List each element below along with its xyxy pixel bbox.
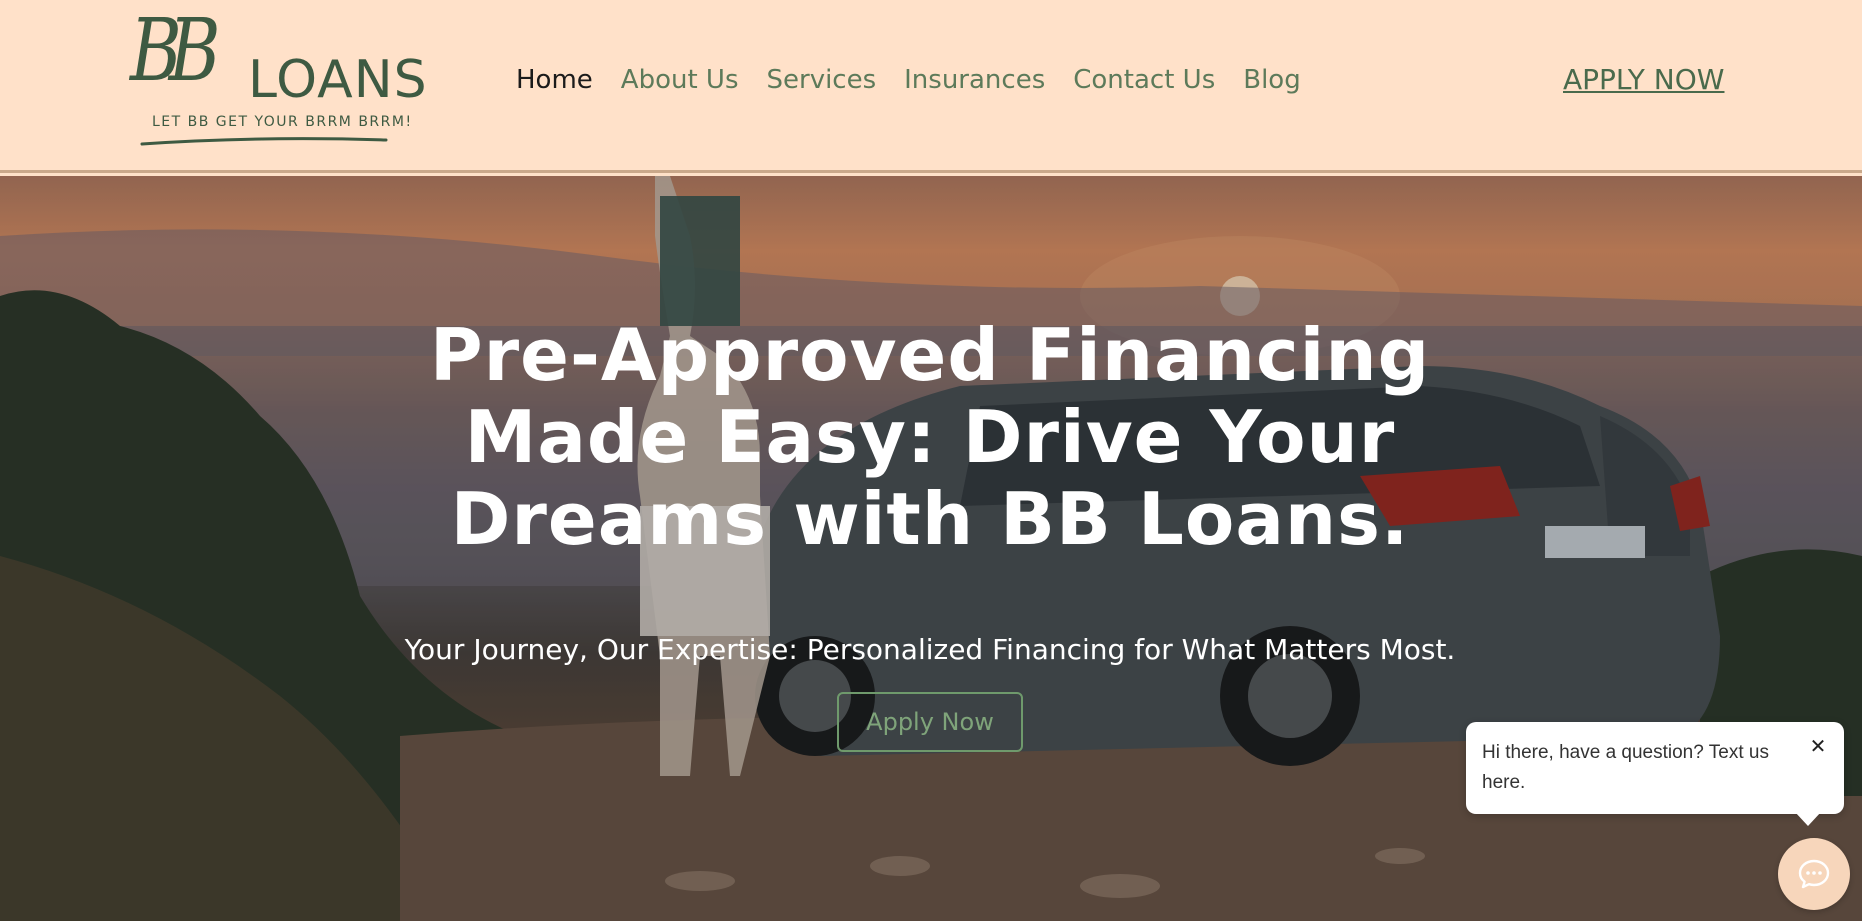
nav-home[interactable]: Home [516, 62, 593, 98]
logo-swoosh-icon [140, 137, 388, 146]
hero-apply-button[interactable]: Apply Now [837, 692, 1023, 752]
logo-loans: LOANS [248, 50, 428, 110]
chat-bubble-tail [1795, 812, 1821, 826]
nav-services[interactable]: Services [767, 62, 877, 98]
hero-title: Pre-Approved Financing Made Easy: Drive … [380, 314, 1480, 560]
close-icon[interactable]: ✕ [1806, 734, 1830, 758]
apply-now-link[interactable]: APPLY NOW [1563, 62, 1724, 98]
nav-insurances[interactable]: Insurances [904, 62, 1045, 98]
nav-blog[interactable]: Blog [1243, 62, 1300, 98]
main-nav: Home About Us Services Insurances Contac… [516, 62, 1301, 98]
nav-about-us[interactable]: About Us [621, 62, 739, 98]
logo-bb: BB [130, 1, 221, 101]
hero-title-line-3: Dreams with BB Loans. [450, 477, 1410, 561]
chat-icon [1798, 859, 1830, 889]
hero-title-line-1: Pre-Approved Financing [429, 313, 1431, 397]
logo-tagline: LET BB GET YOUR BRRM BRRM! [152, 114, 413, 130]
logo[interactable]: BB LOANS LET BB GET YOUR BRRM BRRM! [130, 8, 430, 148]
hero-subtitle: Your Journey, Our Expertise: Personalize… [404, 633, 1456, 666]
site-header: BB LOANS LET BB GET YOUR BRRM BRRM! Home… [0, 0, 1862, 173]
chat-launcher-button[interactable] [1778, 838, 1850, 910]
nav-contact-us[interactable]: Contact Us [1073, 62, 1215, 98]
chat-prompt-bubble[interactable]: Hi there, have a question? Text us here.… [1466, 722, 1844, 814]
chat-prompt-text: Hi there, have a question? Text us here. [1482, 742, 1769, 793]
hero-title-line-2: Made Easy: Drive Your [464, 395, 1396, 479]
